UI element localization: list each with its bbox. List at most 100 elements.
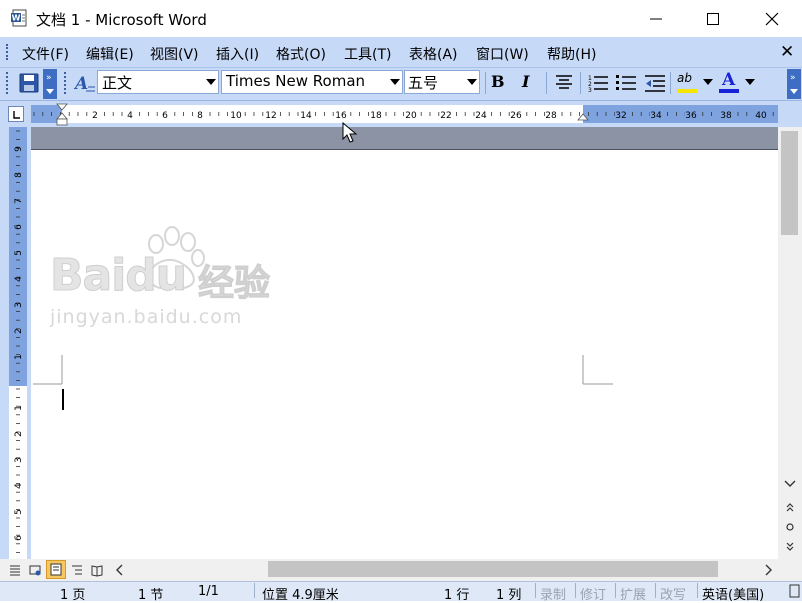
toolbar-options-chevron[interactable]: » — [43, 69, 57, 99]
tab-selector-button[interactable] — [8, 106, 24, 122]
svg-text:W: W — [12, 14, 21, 23]
ruler-label: 9 — [14, 146, 24, 152]
word-document-icon: W — [11, 9, 27, 27]
highlighter-icon — [677, 89, 697, 93]
status-track-changes[interactable]: 修订 — [580, 584, 606, 603]
maximize-icon — [707, 12, 719, 25]
status-separator — [254, 583, 255, 598]
bold-button[interactable]: B — [491, 72, 505, 91]
menu-tools[interactable]: 工具(T) — [344, 44, 391, 64]
status-page: 1 页 — [60, 588, 86, 603]
menu-table[interactable]: 表格(A) — [409, 44, 458, 64]
next-page-icon[interactable] — [784, 542, 796, 552]
ruler-label: 5 — [14, 509, 24, 515]
highlight-button[interactable]: ab — [676, 70, 700, 94]
status-page-count: 1/1 — [198, 584, 219, 599]
ruler-label: 36 — [685, 111, 697, 121]
decrease-indent-icon[interactable] — [644, 73, 666, 93]
toolbar-separator — [580, 72, 581, 94]
horizontal-ruler-ticks: 2 4 6 8 10 12 14 16 18 20 22 24 26 28 32 34 36 38 40 — [33, 108, 774, 121]
mouse-pointer-icon — [342, 122, 358, 143]
toolbar-grip-handle[interactable] — [6, 72, 11, 94]
normal-view-icon[interactable] — [8, 563, 22, 577]
close-window-button[interactable] — [748, 0, 796, 37]
font-color-dropdown-arrow-icon[interactable] — [745, 79, 755, 85]
ruler-label: 3 — [14, 302, 24, 308]
save-icon[interactable] — [18, 72, 40, 94]
ruler-label: 7 — [14, 198, 24, 204]
menu-window[interactable]: 窗口(W) — [476, 44, 529, 64]
menu-grip-handle[interactable] — [6, 44, 11, 60]
vertical-scrollbar-thumb[interactable] — [781, 131, 798, 235]
horizontal-scrollbar-thumb[interactable] — [268, 561, 718, 577]
svg-text:3: 3 — [588, 87, 592, 93]
font-size-dropdown-arrow[interactable] — [465, 71, 479, 93]
style-icon[interactable]: A — [74, 72, 96, 94]
ruler-label: 2 — [14, 328, 24, 334]
menu-view[interactable]: 视图(V) — [150, 44, 199, 64]
status-separator — [655, 583, 656, 598]
print-layout-view-icon — [50, 563, 62, 576]
scroll-left-arrow-icon[interactable] — [114, 563, 124, 577]
menu-file[interactable]: 文件(F) — [22, 44, 69, 64]
toolbar-grip-handle-2[interactable] — [64, 72, 69, 94]
watermark-brand-suffix: 经验 — [197, 263, 271, 305]
reading-layout-view-icon[interactable] — [90, 563, 104, 577]
web-layout-view-icon[interactable] — [28, 563, 42, 577]
status-extend[interactable]: 扩展 — [620, 584, 646, 603]
baidu-jingyan-watermark: Baidu 经验 jingyan.baidu.com — [48, 222, 288, 332]
right-indent-marker-icon[interactable] — [577, 111, 589, 123]
text-cursor — [62, 389, 64, 410]
toolbar-overflow-chevron[interactable]: » — [787, 69, 801, 99]
ruler-label: 2 — [92, 111, 98, 121]
status-record[interactable]: 录制 — [540, 584, 566, 603]
ruler-label: 4 — [14, 483, 24, 489]
status-separator — [615, 583, 616, 598]
font-color-button[interactable]: A — [718, 70, 742, 94]
page-gap — [31, 127, 778, 150]
ruler-label: 8 — [197, 111, 203, 121]
scroll-down-arrow-icon[interactable] — [784, 480, 796, 488]
highlight-dropdown-arrow-icon[interactable] — [703, 79, 713, 85]
status-position: 位置 4.9厘米 — [262, 588, 339, 603]
ruler-label: 20 — [405, 111, 417, 121]
maximize-button[interactable] — [689, 0, 737, 37]
close-document-button[interactable]: ✕ — [780, 42, 794, 62]
numbered-list-icon[interactable]: 123 — [587, 73, 609, 93]
status-line: 1 行 — [444, 588, 470, 603]
status-language[interactable]: 英语(美国) — [702, 584, 764, 603]
watermark-brand: Baidu — [49, 250, 187, 302]
ruler-label: 32 — [615, 111, 626, 121]
style-value: 正文 — [102, 74, 133, 92]
menu-format[interactable]: 格式(O) — [276, 44, 326, 64]
ruler-label: 18 — [370, 111, 382, 121]
status-column: 1 列 — [496, 588, 522, 603]
font-size-value: 五号 — [408, 74, 439, 92]
style-dropdown-arrow[interactable] — [204, 71, 218, 93]
margin-crop-marks — [33, 355, 613, 385]
italic-button[interactable]: I — [522, 72, 529, 91]
ruler-label: 10 — [230, 111, 242, 121]
print-layout-view-button[interactable] — [46, 560, 66, 579]
menu-help[interactable]: 帮助(H) — [547, 44, 596, 64]
font-value: Times New Roman — [226, 72, 366, 90]
ruler-label: 6 — [162, 111, 168, 121]
status-overtype[interactable]: 改写 — [660, 584, 686, 603]
previous-page-icon[interactable] — [784, 502, 796, 512]
align-center-icon[interactable] — [554, 74, 574, 92]
ruler-label: 28 — [545, 111, 557, 121]
bulleted-list-icon[interactable] — [615, 73, 637, 93]
font-dropdown-arrow[interactable] — [388, 71, 402, 93]
scroll-right-arrow-icon[interactable] — [764, 563, 774, 577]
menu-insert[interactable]: 插入(I) — [216, 44, 259, 64]
menu-edit[interactable]: 编辑(E) — [86, 44, 134, 64]
indent-marker-icon[interactable] — [56, 103, 68, 127]
spelling-status-icon[interactable] — [789, 584, 801, 598]
outline-view-icon[interactable] — [70, 563, 84, 577]
chevron-down-icon: » — [46, 73, 54, 94]
select-browse-object-icon[interactable] — [784, 522, 796, 532]
svg-text:»: » — [790, 73, 796, 83]
minimize-button[interactable] — [632, 0, 680, 37]
dropdown-arrow-icon — [390, 79, 400, 85]
window-title: 文档 1 - Microsoft Word — [36, 11, 207, 29]
